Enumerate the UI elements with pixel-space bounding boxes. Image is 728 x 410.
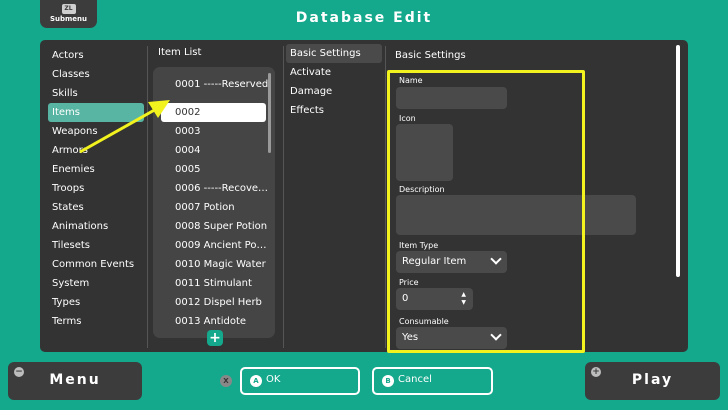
list-item[interactable]: 0013 Antidote (153, 312, 275, 331)
list-item[interactable]: 0009 Ancient Po… (153, 236, 275, 255)
ok-button[interactable]: A OK (240, 367, 360, 395)
category-item-types[interactable]: Types (48, 293, 144, 312)
category-item-system[interactable]: System (48, 274, 144, 293)
cancel-button[interactable]: B Cancel (372, 367, 493, 395)
list-item[interactable]: 0005 (153, 160, 275, 179)
highlight-box (387, 70, 585, 353)
category-item-classes[interactable]: Classes (48, 65, 144, 84)
divider (283, 46, 284, 348)
settings-scrollbar[interactable] (676, 45, 680, 277)
main-panel: Actors Classes Skills Items Weapons Armo… (40, 40, 688, 353)
category-item-states[interactable]: States (48, 198, 144, 217)
x-key-icon: X (220, 375, 232, 387)
category-item-troops[interactable]: Troops (48, 179, 144, 198)
tab-effects[interactable]: Effects (286, 101, 382, 120)
list-item[interactable]: 0007 Potion (153, 198, 275, 217)
category-item-actors[interactable]: Actors (48, 46, 144, 65)
play-button[interactable]: + Play (585, 362, 720, 400)
add-item-button[interactable]: + (207, 330, 223, 346)
category-item-tilesets[interactable]: Tilesets (48, 236, 144, 255)
menu-label: Menu (49, 372, 101, 388)
list-item[interactable]: 0006 -----Recove… (153, 179, 275, 198)
arrow-annotation-icon (79, 100, 170, 154)
play-label: Play (631, 372, 674, 388)
list-item[interactable]: 0011 Stimulant (153, 274, 275, 293)
category-item-enemies[interactable]: Enemies (48, 160, 144, 179)
category-item-terms[interactable]: Terms (48, 312, 144, 331)
ok-label: OK (266, 374, 281, 385)
section-heading: Basic Settings (395, 50, 466, 61)
item-list-heading: Item List (158, 47, 202, 58)
page-title: Database Edit (295, 10, 433, 26)
b-key-icon: B (382, 375, 394, 387)
list-item[interactable]: 0010 Magic Water (153, 255, 275, 274)
a-key-icon: A (250, 375, 262, 387)
menu-button[interactable]: − Menu (8, 362, 142, 400)
settings-tabs: Basic Settings Activate Damage Effects (286, 44, 382, 120)
tab-activate[interactable]: Activate (286, 63, 382, 82)
category-item-common-events[interactable]: Common Events (48, 255, 144, 274)
list-item[interactable]: 0008 Super Potion (153, 217, 275, 236)
category-item-animations[interactable]: Animations (48, 217, 144, 236)
tab-damage[interactable]: Damage (286, 82, 382, 101)
item-list-scrollbar[interactable] (268, 73, 271, 153)
divider (385, 46, 386, 348)
list-item[interactable]: 0012 Dispel Herb (153, 293, 275, 312)
category-list: Actors Classes Skills Items Weapons Armo… (48, 46, 144, 331)
tab-basic-settings[interactable]: Basic Settings (286, 44, 382, 63)
cancel-label: Cancel (398, 374, 432, 385)
